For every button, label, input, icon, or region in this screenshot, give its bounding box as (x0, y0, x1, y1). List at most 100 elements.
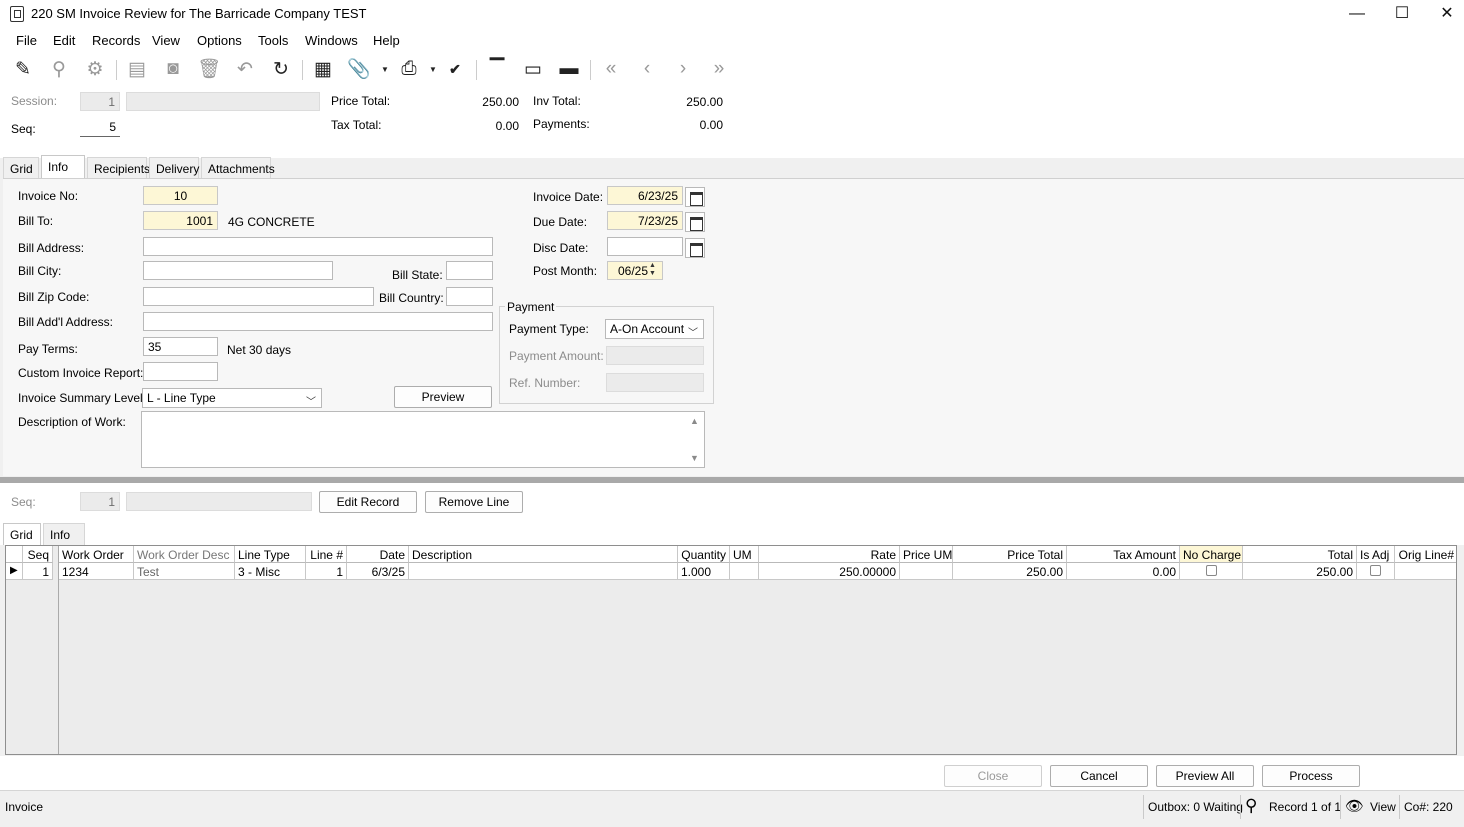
remove-line-button[interactable]: Remove Line (425, 491, 523, 513)
print-icon[interactable]: ⎙ (396, 56, 422, 82)
payment-type-select[interactable]: A-On Account ﹀ (605, 319, 704, 339)
column-header[interactable]: Rate (759, 546, 900, 563)
status-view[interactable]: View (1370, 800, 1396, 814)
next-record-icon[interactable]: › (670, 56, 696, 82)
grid-icon[interactable]: ▦ (310, 56, 336, 82)
previous-record-icon[interactable]: ‹ (634, 56, 660, 82)
close-button[interactable]: Close (944, 765, 1042, 787)
bill-addl-address-field[interactable] (143, 312, 493, 331)
description-of-work-field[interactable] (141, 411, 705, 468)
bill-country-field[interactable] (446, 287, 493, 306)
no-charge-checkbox[interactable] (1205, 565, 1217, 576)
column-header[interactable]: Work Order Desc (134, 546, 235, 563)
minimize-button[interactable]: — (1334, 0, 1380, 28)
menu-tools[interactable]: Tools (258, 33, 288, 48)
table-cell[interactable]: 0.00 (1067, 563, 1180, 580)
tab-lines-info[interactable]: Info (43, 523, 85, 545)
close-window-button[interactable]: ✕ (1424, 0, 1464, 28)
table-cell[interactable]: 250.00000 (759, 563, 900, 580)
table-cell[interactable]: 250.00 (1243, 563, 1357, 580)
table-cell[interactable]: 6/3/25 (347, 563, 409, 580)
column-header[interactable]: Price UM (900, 546, 953, 563)
new-document-icon[interactable]: ▤ (124, 56, 150, 82)
bill-address-field[interactable] (143, 237, 493, 256)
bill-to-field[interactable]: 1001 (143, 211, 218, 230)
first-record-icon[interactable]: « (598, 56, 624, 82)
layout-bottom-icon[interactable]: ▬ (556, 56, 582, 82)
column-header[interactable]: Line Type (235, 546, 306, 563)
column-header[interactable]: Orig Line# (1395, 546, 1456, 563)
status-outbox[interactable]: Outbox: 0 Waiting (1148, 800, 1243, 814)
edit-record-button[interactable]: Edit Record (319, 491, 417, 513)
table-cell[interactable] (900, 563, 953, 580)
menu-help[interactable]: Help (373, 33, 400, 48)
invoice-no-field[interactable]: 10 (143, 186, 218, 205)
column-header[interactable]: No Charge (1180, 546, 1243, 563)
disc-date-field[interactable] (607, 237, 683, 256)
tab-lines-grid[interactable]: Grid (3, 523, 41, 545)
calendar-icon[interactable] (685, 238, 705, 258)
column-header[interactable]: Seq (23, 546, 53, 563)
table-cell[interactable]: 1234 (59, 563, 134, 580)
layout-top-icon[interactable]: ▔ (484, 56, 510, 82)
column-header[interactable]: Price Total (953, 546, 1067, 563)
binoculars-icon[interactable]: ⚲ (46, 56, 72, 82)
seq-field[interactable]: 5 (80, 118, 120, 137)
delete-icon[interactable]: 🗑 (196, 56, 222, 82)
table-cell[interactable]: Test (134, 563, 235, 580)
scroll-down-icon[interactable]: ▼ (690, 453, 699, 463)
layout-middle-icon[interactable]: ▭ (520, 56, 546, 82)
table-cell[interactable]: 1.000 (678, 563, 730, 580)
menu-edit[interactable]: Edit (53, 33, 75, 48)
spellcheck-icon[interactable]: ✔ (442, 56, 468, 82)
table-cell[interactable]: 3 - Misc (235, 563, 306, 580)
table-cell[interactable]: 1 (306, 563, 347, 580)
last-record-icon[interactable]: » (706, 56, 732, 82)
invoice-summary-level-select[interactable]: L - Line Type ﹀ (142, 388, 322, 408)
table-cell[interactable]: 250.00 (953, 563, 1067, 580)
tab-recipients[interactable]: Recipients (87, 157, 150, 179)
menu-file[interactable]: File (16, 33, 37, 48)
process-button[interactable]: Process (1262, 765, 1360, 787)
attachment-dropdown-icon[interactable]: ▼ (378, 56, 392, 82)
tab-delivery[interactable]: Delivery (149, 157, 199, 179)
table-cell[interactable] (730, 563, 759, 580)
refresh-icon[interactable]: ↻ (268, 56, 294, 82)
bill-zip-field[interactable] (143, 287, 374, 306)
scroll-up-icon[interactable]: ▲ (690, 416, 699, 426)
column-header[interactable]: Description (409, 546, 678, 563)
edit-icon[interactable]: ✎ (10, 56, 36, 82)
is-adj-checkbox[interactable] (1370, 565, 1381, 576)
column-header[interactable]: Date (347, 546, 409, 563)
menu-options[interactable]: Options (197, 33, 242, 48)
column-header[interactable]: UM (730, 546, 759, 563)
invoice-date-field[interactable]: 6/23/25 (607, 186, 683, 205)
save-icon[interactable]: ◙ (160, 56, 186, 82)
tab-grid[interactable]: Grid (3, 157, 39, 179)
tab-attachments[interactable]: Attachments (201, 157, 275, 179)
eye-icon[interactable]: 👁 (1345, 797, 1364, 815)
gear-icon[interactable]: ⚙ (82, 56, 108, 82)
undo-icon[interactable]: ↶ (232, 56, 258, 82)
search-icon[interactable]: ⚲ (1245, 796, 1257, 816)
tab-info[interactable]: Info (41, 155, 85, 179)
current-row-indicator-icon[interactable]: ▶ (6, 563, 23, 580)
table-cell[interactable]: 1 (23, 563, 53, 580)
table-cell[interactable] (1395, 563, 1456, 580)
calendar-icon[interactable] (685, 212, 705, 232)
preview-all-button[interactable]: Preview All (1156, 765, 1254, 787)
preview-button[interactable]: Preview (394, 386, 492, 408)
menu-records[interactable]: Records (92, 33, 140, 48)
print-dropdown-icon[interactable]: ▼ (426, 56, 440, 82)
maximize-button[interactable]: ☐ (1379, 0, 1425, 28)
custom-invoice-report-field[interactable] (143, 362, 218, 381)
bill-state-field[interactable] (446, 261, 493, 280)
pay-terms-field[interactable]: 35 (143, 337, 218, 356)
attachment-icon[interactable]: 📎 (346, 56, 372, 82)
bill-city-field[interactable] (143, 261, 333, 280)
menu-windows[interactable]: Windows (305, 33, 358, 48)
column-header[interactable]: Total (1243, 546, 1357, 563)
cancel-button[interactable]: Cancel (1050, 765, 1148, 787)
menu-view[interactable]: View (152, 33, 180, 48)
column-header[interactable]: Work Order (59, 546, 134, 563)
